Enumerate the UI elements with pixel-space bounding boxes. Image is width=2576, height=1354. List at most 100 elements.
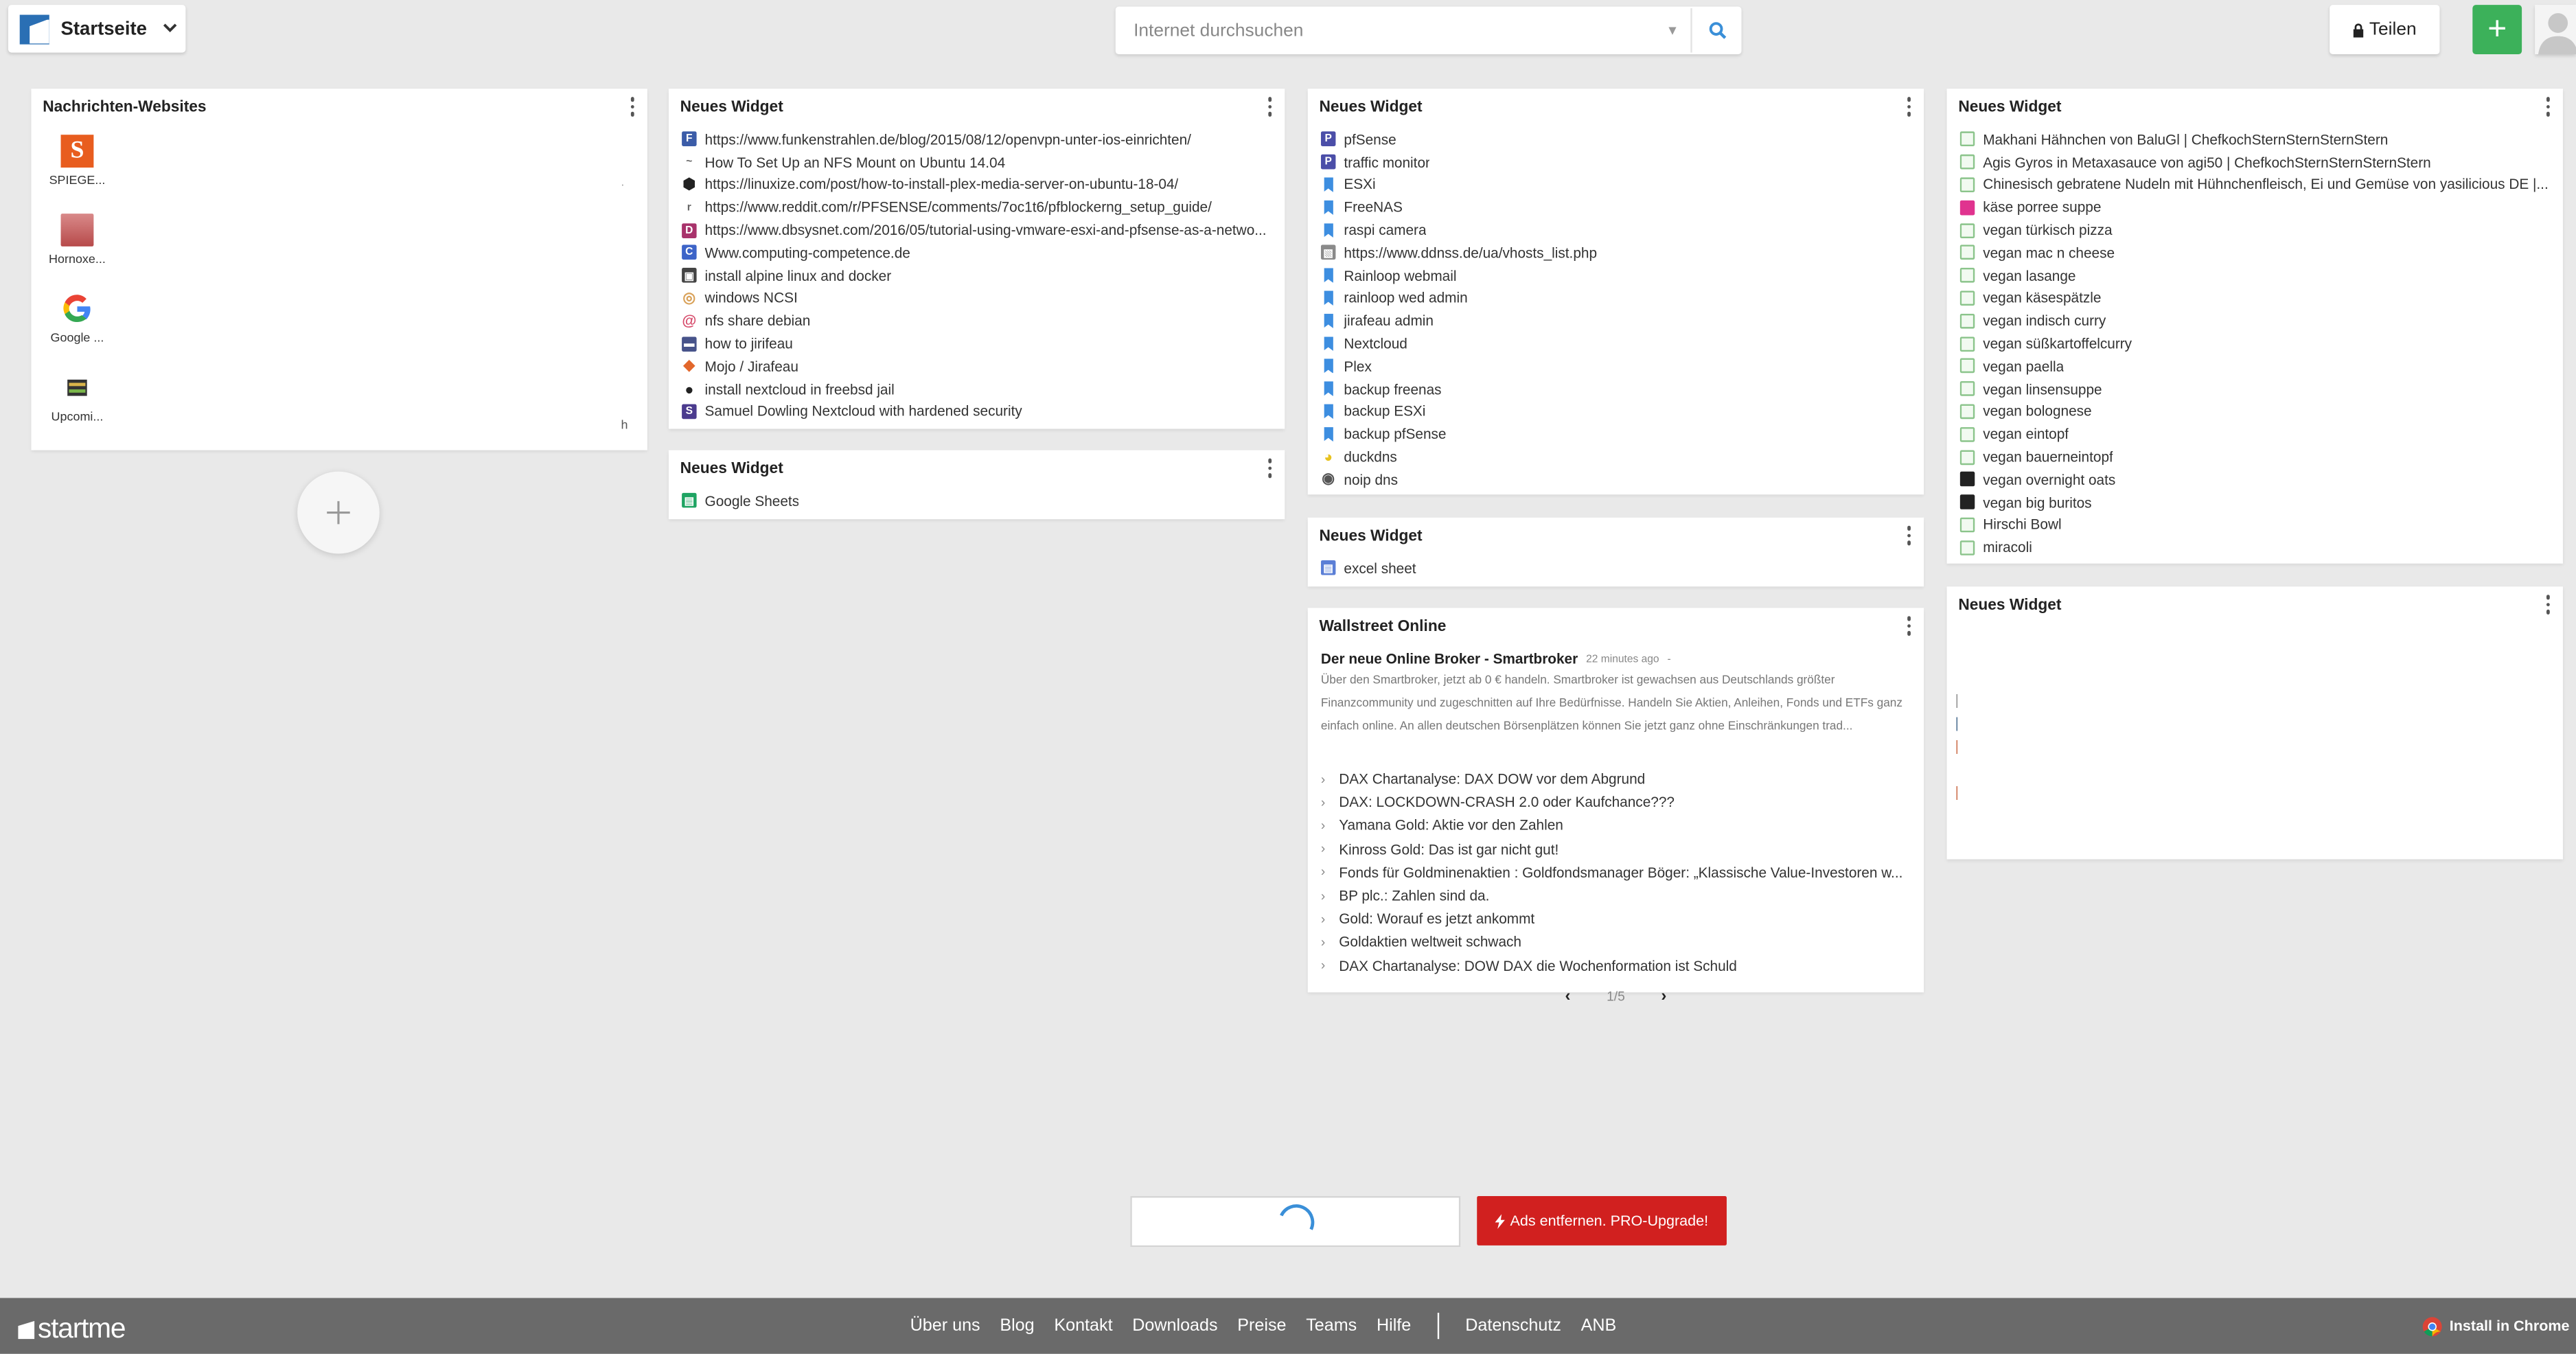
- site-tile-google[interactable]: Google ...: [41, 292, 113, 345]
- bookmark-item[interactable]: ◆ Mojo / Jirafeau: [682, 355, 1273, 378]
- bookmark-item[interactable]: vegan käsespätzle: [1959, 287, 2551, 310]
- search-engine-dropdown-icon[interactable]: ▼: [1655, 23, 1691, 38]
- bookmark-item[interactable]: @ nfs share debian: [682, 310, 1273, 332]
- bookmark-item[interactable]: miracoli: [1959, 536, 2551, 559]
- add-button[interactable]: +: [2472, 5, 2522, 54]
- bookmark-item[interactable]: S Samuel Dowling Nextcloud with hardened …: [682, 400, 1273, 423]
- next-page-button[interactable]: ›: [1661, 987, 1666, 1005]
- bookmark-item[interactable]: Ptraffic monitor: [1320, 151, 1912, 174]
- bookmark-item[interactable]: Rainloop webmail: [1321, 264, 1912, 287]
- bookmark-item[interactable]: vegan türkisch pizza: [1959, 219, 2551, 242]
- bookmark-item[interactable]: backup ESXi: [1321, 400, 1912, 423]
- widget-menu-icon[interactable]: [1906, 616, 1913, 635]
- bookmark-item[interactable]: Dhttps://www.dbsysnet.com/2016/05/tutori…: [682, 219, 1273, 242]
- featured-news[interactable]: Der neue Online Broker - Smartbroker 22 …: [1308, 644, 1924, 761]
- bookmark-list: ▤ excel sheet: [1308, 553, 1924, 580]
- site-tile-hornoxe[interactable]: Hornoxe...: [41, 214, 113, 266]
- bookmark-item[interactable]: vegan linsensuppe: [1959, 378, 2551, 400]
- bookmark-item[interactable]: ▤ Google Sheets: [682, 490, 1273, 512]
- bookmark-item[interactable]: vegan eintopf: [1959, 423, 2551, 446]
- bookmark-item[interactable]: Chinesisch gebratene Nudeln mit Hühnchen…: [1959, 174, 2551, 196]
- footer-link[interactable]: Kontakt: [1054, 1316, 1112, 1336]
- footer-link[interactable]: Preise: [1237, 1316, 1286, 1336]
- bookmark-item[interactable]: Fhttps://www.funkenstrahlen.de/blog/2015…: [682, 128, 1273, 151]
- bookmark-list: Makhani Hähnchen von BaluGl | ChefkochSt…: [1947, 125, 2563, 559]
- bookmark-item[interactable]: PpfSense: [1320, 128, 1912, 151]
- bookmark-item[interactable]: vegan mac n cheese: [1959, 242, 2551, 264]
- news-item[interactable]: › Kinross Gold: Das ist gar nicht gut!: [1308, 837, 1924, 860]
- news-item[interactable]: › Goldaktien weltweit schwach: [1308, 930, 1924, 954]
- chevron-right-icon: ›: [1320, 958, 1326, 973]
- bookmark-item[interactable]: ▤ excel sheet: [1320, 557, 1912, 580]
- install-chrome-link[interactable]: Install in Chrome: [2422, 1298, 2569, 1353]
- bookmark-item[interactable]: vegan bauerneintopf: [1959, 446, 2551, 468]
- bookmark-item[interactable]: Plex: [1321, 355, 1912, 378]
- bookmark-item[interactable]: FreeNAS: [1321, 196, 1912, 219]
- news-item[interactable]: › DAX: LOCKDOWN-CRASH 2.0 oder Kaufchance…: [1308, 790, 1924, 814]
- bookmark-item[interactable]: Agis Gyros in Metaxasauce von agi50 | Ch…: [1959, 151, 2551, 174]
- widget-menu-icon[interactable]: [2545, 595, 2552, 614]
- bookmark-item[interactable]: Hirschi Bowl: [1959, 514, 2551, 536]
- bookmark-item[interactable]: C Www.computing-competence.de: [682, 242, 1273, 264]
- footer-link[interactable]: Teams: [1306, 1316, 1357, 1336]
- bookmark-item[interactable]: r https://www.reddit.com/r/PFSENSE/commen…: [682, 196, 1273, 219]
- bookmark-item[interactable]: jirafeau admin: [1321, 310, 1912, 332]
- footer-link[interactable]: ANB: [1581, 1316, 1617, 1336]
- widget-menu-icon[interactable]: [1267, 458, 1274, 478]
- bookmark-item[interactable]: backup pfSense: [1321, 423, 1912, 446]
- widget-menu-icon[interactable]: [1906, 97, 1913, 116]
- bookmark-label: https://www.ddnss.de/ua/vhosts_list.php: [1344, 244, 1598, 262]
- search-button[interactable]: [1692, 21, 1742, 39]
- widget-menu-icon[interactable]: [1267, 97, 1274, 116]
- news-item[interactable]: › Gold: Worauf es jetzt ankommt: [1308, 907, 1924, 930]
- startme-logo[interactable]: startme: [18, 1313, 126, 1346]
- user-avatar[interactable]: [2535, 5, 2576, 54]
- footer-link[interactable]: Datenschutz: [1465, 1316, 1561, 1336]
- bookmark-item[interactable]: vegan paella: [1959, 355, 2551, 378]
- site-tile-spiegel[interactable]: S SPIEGE...: [41, 135, 113, 187]
- news-item[interactable]: › BP plc.: Zahlen sind da.: [1308, 884, 1924, 907]
- bookmark-item[interactable]: ▬ how to jirifeau: [682, 332, 1273, 355]
- bookmark-item[interactable]: vegan süßkartoffelcurry: [1959, 332, 2551, 355]
- bookmark-label: vegan bauerneintopf: [1983, 448, 2113, 466]
- footer-link[interactable]: Blog: [1000, 1316, 1034, 1336]
- bookmark-item[interactable]: Nextcloud: [1321, 332, 1912, 355]
- bookmark-item[interactable]: Makhani Hähnchen von BaluGl | ChefkochSt…: [1959, 128, 2551, 151]
- loading-spinner-icon: [1272, 1198, 1319, 1245]
- share-button[interactable]: Teilen: [2330, 5, 2440, 54]
- news-item[interactable]: › Yamana Gold: Aktie vor den Zahlen: [1308, 814, 1924, 837]
- news-item[interactable]: › Fonds für Goldminenaktien : Goldfondsma…: [1308, 860, 1924, 884]
- site-tile-upcoming[interactable]: Upcomi...: [41, 371, 113, 424]
- bookmark-item[interactable]: rainloop wed admin: [1321, 287, 1912, 310]
- news-item[interactable]: › DAX Chartanalyse: DOW DAX die Wochenfor…: [1308, 954, 1924, 977]
- bookmark-item[interactable]: ◎ windows NCSI: [682, 287, 1273, 310]
- footer-link[interactable]: Hilfe: [1377, 1316, 1411, 1336]
- add-widget-button[interactable]: [297, 471, 380, 554]
- bookmark-item[interactable]: ▣ install alpine linux and docker: [682, 264, 1273, 287]
- bookmark-item[interactable]: ● install nextcloud in freebsd jail: [682, 378, 1273, 400]
- widget-menu-icon[interactable]: [629, 97, 636, 116]
- bookmark-item[interactable]: ◉ noip dns: [1321, 468, 1912, 491]
- previous-page-button[interactable]: ‹: [1565, 987, 1570, 1005]
- bookmark-item[interactable]: vegan indisch curry: [1959, 310, 2551, 332]
- pro-upgrade-button[interactable]: Ads entfernen. PRO-Upgrade!: [1477, 1196, 1727, 1246]
- bookmark-item[interactable]: ESXi: [1321, 174, 1912, 196]
- bookmark-item[interactable]: ⬢ https://linuxize.com/post/how-to-instal…: [682, 174, 1273, 196]
- search-input[interactable]: [1115, 6, 1655, 54]
- bookmark-item[interactable]: vegan bolognese: [1959, 400, 2551, 423]
- bookmark-item[interactable]: backup freenas: [1321, 378, 1912, 400]
- bookmark-item[interactable]: vegan big buritos: [1959, 491, 2551, 514]
- widget-menu-icon[interactable]: [1906, 525, 1913, 545]
- footer-link[interactable]: Downloads: [1132, 1316, 1217, 1336]
- bookmark-item[interactable]: käse porree suppe: [1959, 196, 2551, 219]
- news-item[interactable]: › DAX Chartanalyse: DAX DOW vor dem Abgru…: [1308, 767, 1924, 790]
- bookmark-item[interactable]: ~ How To Set Up an NFS Mount on Ubuntu 14…: [682, 151, 1273, 174]
- bookmark-item[interactable]: ◕ duckdns: [1321, 446, 1912, 468]
- bookmark-item[interactable]: raspi camera: [1321, 219, 1912, 242]
- widget-menu-icon[interactable]: [2545, 97, 2552, 116]
- bookmark-item[interactable]: vegan overnight oats: [1959, 468, 2551, 491]
- bookmark-item[interactable]: ▧ https://www.ddnss.de/ua/vhosts_list.php: [1320, 242, 1912, 264]
- page-selector-button[interactable]: Startseite: [8, 5, 186, 53]
- bookmark-item[interactable]: vegan lasange: [1959, 264, 2551, 287]
- footer-link[interactable]: Über uns: [910, 1316, 980, 1336]
